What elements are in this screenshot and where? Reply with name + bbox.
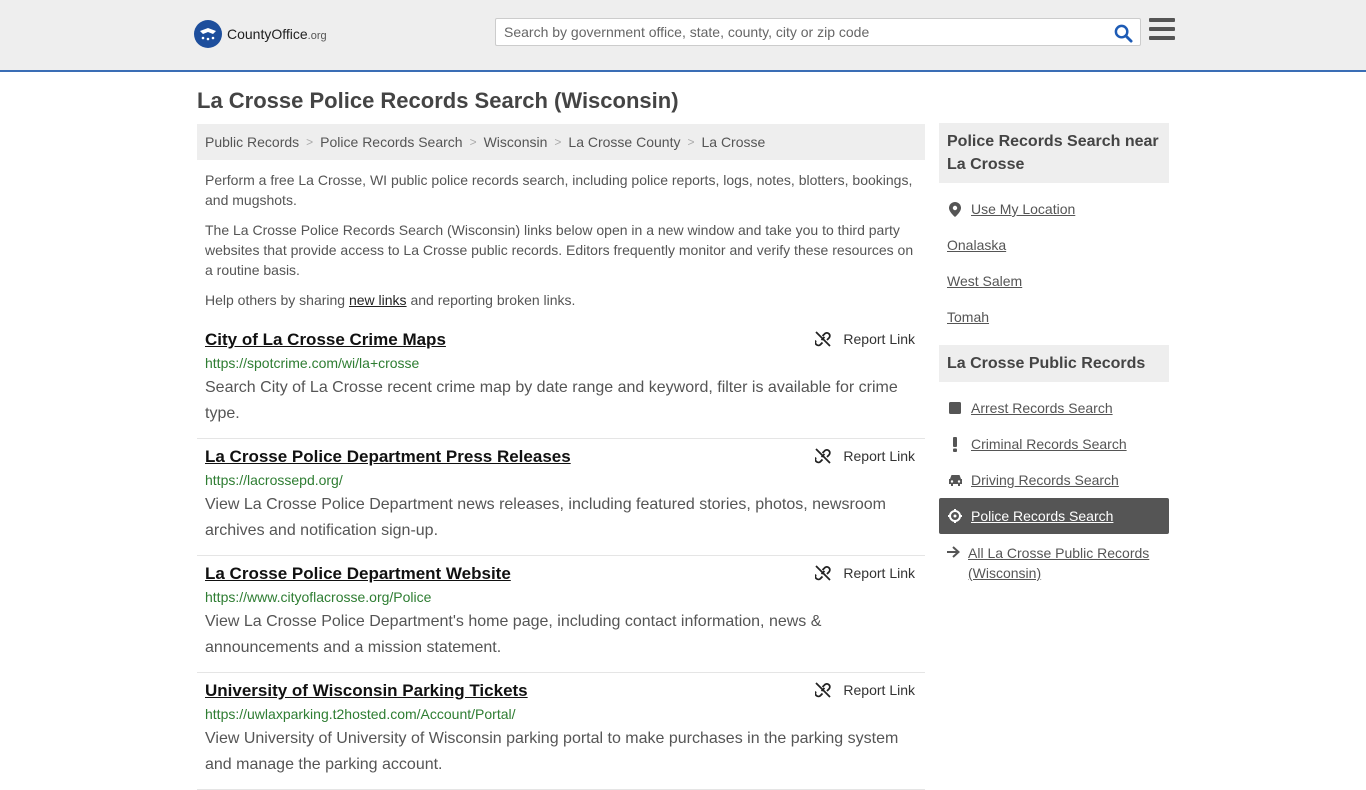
sidebar-item-arrest-records[interactable]: Arrest Records Search <box>947 390 1161 426</box>
page-title: La Crosse Police Records Search (Wiscons… <box>197 88 679 113</box>
result-url: https://lacrossepd.org/ <box>205 472 343 488</box>
broken-link-icon <box>815 565 832 581</box>
new-links-link[interactable]: new links <box>349 292 407 308</box>
result-title-link[interactable]: La Crosse Police Department Press Releas… <box>205 447 571 467</box>
result-url: https://uwlaxparking.t2hosted.com/Accoun… <box>205 706 516 722</box>
result-description: View University of University of Wiscons… <box>205 730 899 773</box>
result-title-link[interactable]: City of La Crosse Crime Maps <box>205 330 446 350</box>
report-link-label: Report Link <box>843 565 915 581</box>
breadcrumb-separator-icon: > <box>554 135 562 149</box>
hamburger-menu-icon[interactable] <box>1149 18 1175 42</box>
report-link-label: Report Link <box>843 682 915 698</box>
sidebar-item-tomah[interactable]: Tomah <box>947 299 1161 335</box>
result-description: View La Crosse Police Department news re… <box>205 496 886 539</box>
sidebar-item-police-records-active[interactable]: Police Records Search <box>939 498 1169 534</box>
sidebar-item-use-my-location[interactable]: Use My Location <box>947 191 1161 227</box>
tomah-link[interactable]: Tomah <box>947 309 989 325</box>
result-url: https://www.cityoflacrosse.org/Police <box>205 589 432 605</box>
square-icon <box>947 402 963 414</box>
report-link-label: Report Link <box>843 331 915 347</box>
arrow-right-icon <box>947 546 960 558</box>
result-description: View La Crosse Police Department's home … <box>205 613 822 656</box>
sidebar-item-driving-records[interactable]: Driving Records Search <box>947 462 1161 498</box>
search-icon <box>1114 24 1133 43</box>
result-title-link[interactable]: La Crosse Police Department Website <box>205 564 511 584</box>
records-heading: La Crosse Public Records <box>939 345 1169 382</box>
police-records-link[interactable]: Police Records Search <box>971 508 1113 524</box>
onalaska-link[interactable]: Onalaska <box>947 237 1006 253</box>
result-title-link[interactable]: University of Wisconsin Parking Tickets <box>205 681 528 701</box>
near-heading: Police Records Search near La Crosse <box>939 123 1169 183</box>
breadcrumb-separator-icon: > <box>687 135 695 149</box>
breadcrumb-wisconsin[interactable]: Wisconsin <box>484 134 548 150</box>
search-box <box>495 18 1141 46</box>
report-link-label: Report Link <box>843 448 915 464</box>
result-description: Search City of La Crosse recent crime ma… <box>205 379 898 422</box>
report-link-button[interactable]: Report Link <box>815 331 915 347</box>
breadcrumb: Public Records > Police Records Search >… <box>197 124 925 160</box>
breadcrumb-la-crosse[interactable]: La Crosse <box>701 134 765 150</box>
car-icon <box>947 474 963 486</box>
report-link-button[interactable]: Report Link <box>815 682 915 698</box>
intro-share-text: Help others by sharing <box>205 292 349 308</box>
report-link-button[interactable]: Report Link <box>815 448 915 464</box>
site-logo[interactable]: CountyOffice.org <box>194 20 327 48</box>
crosshair-icon <box>947 509 963 523</box>
results-list: City of La Crosse Crime Maps Report Link… <box>197 322 925 790</box>
sidebar-item-onalaska[interactable]: Onalaska <box>947 227 1161 263</box>
breadcrumb-police-records-search[interactable]: Police Records Search <box>320 134 462 150</box>
intro-broken-text: and reporting broken links. <box>406 292 576 308</box>
map-pin-icon <box>947 201 963 217</box>
main-content: Public Records > Police Records Search >… <box>197 124 925 790</box>
logo-suffix: .org <box>307 30 327 42</box>
sidebar-item-all-public-records[interactable]: All La Crosse Public Records (Wisconsin) <box>947 534 1161 583</box>
records-list: Arrest Records Search Criminal Records S… <box>939 382 1169 591</box>
result-item: La Crosse Police Department Website Repo… <box>197 556 925 673</box>
search-button[interactable] <box>1112 22 1134 44</box>
result-url: https://spotcrime.com/wi/la+crosse <box>205 355 420 371</box>
logo-text: CountyOffice.org <box>227 26 327 42</box>
sidebar-item-criminal-records[interactable]: Criminal Records Search <box>947 426 1161 462</box>
exclamation-icon <box>947 436 963 452</box>
arrest-records-link[interactable]: Arrest Records Search <box>971 400 1113 416</box>
criminal-records-link[interactable]: Criminal Records Search <box>971 436 1127 452</box>
result-item: City of La Crosse Crime Maps Report Link… <box>197 322 925 439</box>
breadcrumb-la-crosse-county[interactable]: La Crosse County <box>568 134 680 150</box>
west-salem-link[interactable]: West Salem <box>947 273 1022 289</box>
breadcrumb-separator-icon: > <box>469 135 477 149</box>
broken-link-icon <box>815 331 832 347</box>
intro-text: Perform a free La Crosse, WI public poli… <box>197 170 925 310</box>
driving-records-link[interactable]: Driving Records Search <box>971 472 1119 488</box>
site-header: CountyOffice.org <box>0 0 1366 72</box>
breadcrumb-separator-icon: > <box>306 135 314 149</box>
intro-paragraph-1: Perform a free La Crosse, WI public poli… <box>205 172 913 208</box>
breadcrumb-public-records[interactable]: Public Records <box>205 134 299 150</box>
report-link-button[interactable]: Report Link <box>815 565 915 581</box>
result-item: University of Wisconsin Parking Tickets … <box>197 673 925 790</box>
search-input[interactable] <box>496 19 1096 45</box>
broken-link-icon <box>815 682 832 698</box>
broken-link-icon <box>815 448 832 464</box>
intro-paragraph-3: Help others by sharing new links and rep… <box>205 290 917 310</box>
logo-name: CountyOffice <box>227 26 308 42</box>
sidebar: Police Records Search near La Crosse Use… <box>939 123 1169 591</box>
all-public-records-link[interactable]: All La Crosse Public Records (Wisconsin) <box>968 543 1161 583</box>
result-item: La Crosse Police Department Press Releas… <box>197 439 925 556</box>
logo-seal-icon <box>194 20 222 48</box>
use-my-location-link[interactable]: Use My Location <box>971 201 1075 217</box>
intro-paragraph-2: The La Crosse Police Records Search (Wis… <box>205 222 914 278</box>
sidebar-item-west-salem[interactable]: West Salem <box>947 263 1161 299</box>
near-list: Use My Location Onalaska West Salem Toma… <box>939 183 1169 343</box>
